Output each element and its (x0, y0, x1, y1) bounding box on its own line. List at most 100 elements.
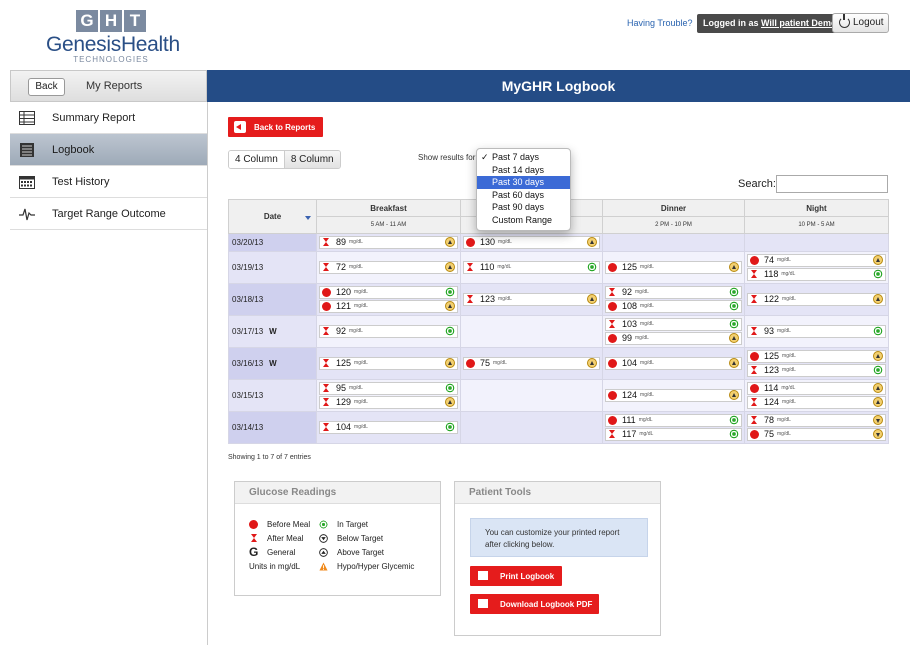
breakfast-cell: 125 mg/dL (316, 347, 461, 380)
sidebar-item-logbook[interactable]: Logbook (10, 134, 207, 166)
show-results-label: Show results for (418, 153, 476, 162)
reading[interactable]: 121 mg/dL (319, 300, 458, 313)
unit-label: mg/dL (354, 360, 368, 366)
logged-in-user[interactable]: Will patient Demo (761, 18, 836, 28)
warning-icon (319, 562, 328, 571)
logged-in-prefix: Logged in as (703, 18, 762, 28)
reading[interactable]: 117 mg/dL (605, 428, 742, 441)
reading[interactable]: 108 mg/dL (605, 300, 742, 313)
reading[interactable]: 72 mg/dL (319, 261, 458, 274)
reading[interactable]: 124 mg/dL (605, 389, 742, 402)
reading-value: 129 (336, 397, 352, 407)
eight-column-button[interactable]: 8 Column (284, 151, 340, 168)
range-option[interactable]: Custom Range (477, 214, 570, 227)
logbook-body: 03/20/13 89 mg/dL 130 mg/dL 03/19/13 72 mg/dL 11… (228, 233, 889, 444)
range-option[interactable]: Past 90 days (477, 201, 570, 214)
above-target-icon (873, 351, 883, 361)
reading[interactable]: 123 mg/dL (747, 364, 886, 377)
reading[interactable]: 122 mg/dL (747, 293, 886, 306)
four-column-button[interactable]: 4 Column (229, 151, 285, 168)
before-meal-icon (750, 430, 759, 439)
breakfast-column-header[interactable]: Breakfast (316, 199, 461, 217)
download-pdf-button[interactable]: Download Logbook PDF (470, 594, 599, 614)
logo-letter: T (124, 10, 146, 32)
after-meal-icon (751, 366, 757, 374)
reading[interactable]: 114 mg/dL (747, 382, 886, 395)
reading[interactable]: 99 mg/dL (605, 332, 742, 345)
sidebar-item-test-history[interactable]: Test History (10, 166, 207, 198)
unit-label: mg/dL (349, 264, 363, 270)
table-row: 03/16/13 W 125 mg/dL 75 mg/dL 104 mg/dL 125 mg/dL… (228, 347, 889, 380)
sidebar-item-summary-report[interactable]: Summary Report (10, 102, 207, 134)
download-pdf-label: Download Logbook PDF (500, 599, 593, 609)
range-option[interactable]: Past 14 days (477, 164, 570, 177)
breakfast-cell: 89 mg/dL (316, 233, 461, 252)
back-to-reports-button[interactable]: Back to Reports (228, 117, 323, 137)
print-logbook-button[interactable]: Print Logbook (470, 566, 562, 586)
company-logo: G H T GenesisHealth TECHNOLOGIES (46, 10, 180, 64)
reading[interactable]: 103 mg/dL (605, 318, 742, 331)
dinner-column-header[interactable]: Dinner (602, 199, 745, 217)
in-target-icon (729, 415, 739, 425)
date-column-header[interactable]: Date (228, 199, 317, 234)
reading[interactable]: 75 mg/dL (747, 428, 886, 441)
in-target-icon (873, 365, 883, 375)
power-icon (839, 14, 850, 28)
above-target-icon (587, 237, 597, 247)
reading[interactable]: 104 mg/dL (605, 357, 742, 370)
weekend-marker: W (269, 327, 277, 336)
reading[interactable]: 118 mg/dL (747, 268, 886, 281)
after-meal-icon (467, 295, 473, 303)
back-button[interactable]: Back (28, 78, 65, 96)
reading-value: 72 (336, 262, 347, 272)
reading[interactable]: 125 mg/dL (747, 350, 886, 363)
reading[interactable]: 124 mg/dL (747, 396, 886, 409)
reading[interactable]: 95 mg/dL (319, 382, 458, 395)
reading[interactable]: 129 mg/dL (319, 396, 458, 409)
table-row: 03/17/13 W 92 mg/dL 103 mg/dL 99 mg/dL 93 mg/dL (228, 315, 889, 348)
reading[interactable]: 130 mg/dL (463, 236, 600, 249)
logout-button[interactable]: Logout (832, 13, 889, 33)
reading[interactable]: 111 mg/dL (605, 414, 742, 427)
reading[interactable]: 125 mg/dL (319, 357, 458, 370)
reading[interactable]: 92 mg/dL (319, 325, 458, 338)
having-trouble-link[interactable]: Having Trouble? (627, 18, 693, 28)
after-meal-icon (323, 238, 329, 246)
reading[interactable]: 110 mg/dL (463, 261, 600, 274)
logged-in-badge[interactable]: Logged in as Will patient Demo (697, 14, 843, 33)
night-column-header[interactable]: Night (744, 199, 889, 217)
legend-below-target: Below Target (319, 534, 383, 543)
unit-label: mg/dL (782, 353, 796, 359)
unit-label: mg/dL (640, 360, 654, 366)
reading[interactable]: 93 mg/dL (747, 325, 886, 338)
before-meal-icon (750, 384, 759, 393)
breakfast-cell: 95 mg/dL 129 mg/dL (316, 379, 461, 412)
sidebar-item-target-range-outcome[interactable]: Target Range Outcome (10, 198, 207, 230)
unit-label: mg/dL (640, 392, 654, 398)
search-input[interactable] (776, 175, 888, 193)
reading-value: 111 (622, 415, 636, 425)
reading-value: 125 (764, 351, 780, 361)
reading-value: 122 (764, 294, 780, 304)
reading-value: 123 (764, 365, 780, 375)
date-value: 03/18/13 (232, 295, 264, 304)
reading[interactable]: 89 mg/dL (319, 236, 458, 249)
before-meal-icon (608, 334, 617, 343)
range-option[interactable]: Past 60 days (477, 189, 570, 202)
unit-label: mg/dL (640, 321, 654, 327)
reading[interactable]: 123 mg/dL (463, 293, 600, 306)
reading[interactable]: 92 mg/dL (605, 286, 742, 299)
reading[interactable]: 104 mg/dL (319, 421, 458, 434)
lunch-cell: 75 mg/dL (460, 347, 603, 380)
patient-tools-panel: Patient Tools You can customize your pri… (454, 481, 661, 636)
range-option[interactable]: Past 30 days (477, 176, 570, 189)
reading[interactable]: 125 mg/dL (605, 261, 742, 274)
results-range-dropdown[interactable]: ✓ Past 7 days Past 14 days Past 30 days P… (476, 148, 571, 231)
reading[interactable]: 78 mg/dL (747, 414, 886, 427)
reading[interactable]: 120 mg/dL (319, 286, 458, 299)
range-option[interactable]: ✓ Past 7 days (477, 151, 570, 164)
reading-value: 104 (622, 358, 638, 368)
reading[interactable]: 75 mg/dL (463, 357, 600, 370)
after-meal-icon (323, 327, 329, 335)
reading[interactable]: 74 mg/dL (747, 254, 886, 267)
